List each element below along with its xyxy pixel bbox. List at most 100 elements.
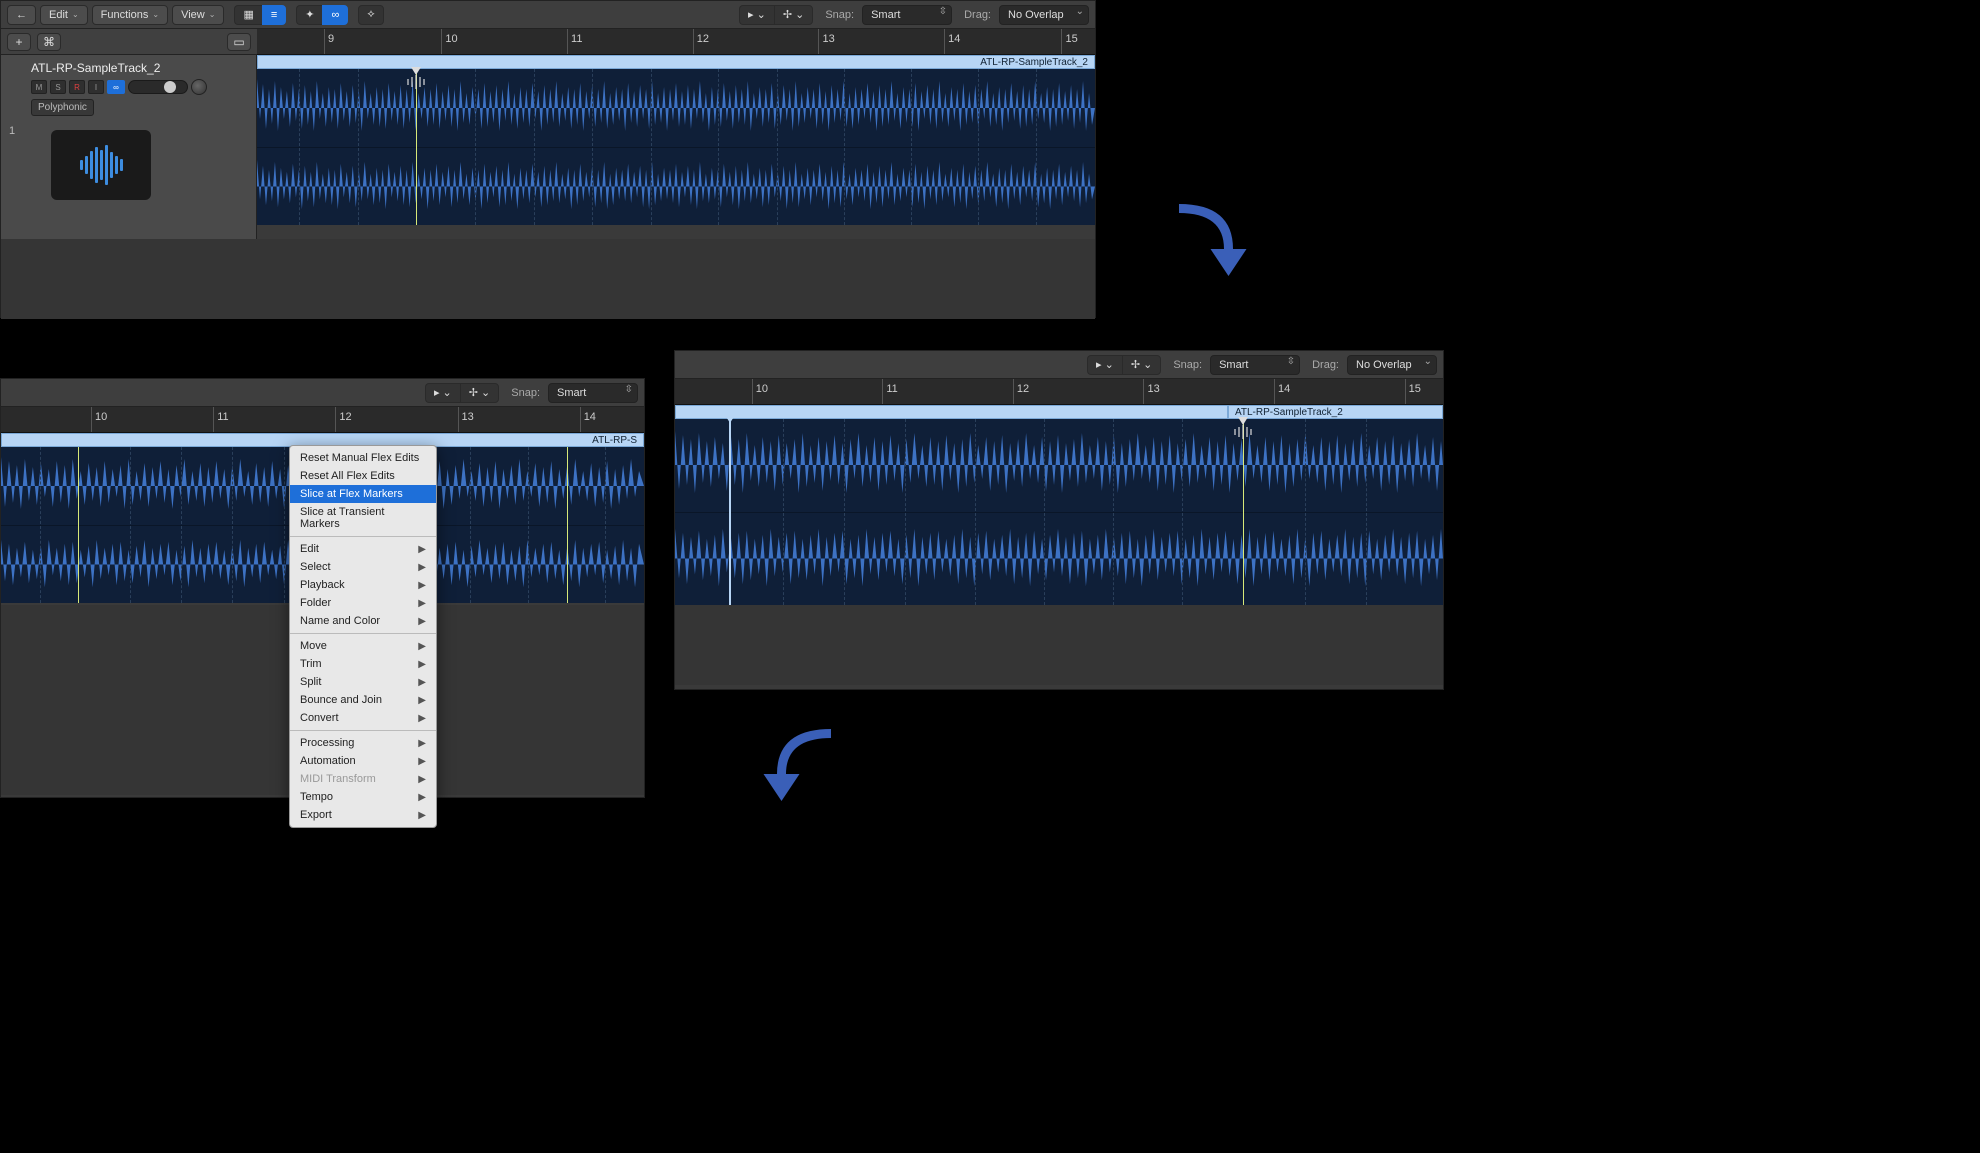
functions-menu[interactable]: Functions⌄ [92, 5, 168, 25]
alt-tool-icon[interactable]: ✢ ⌄ [774, 5, 814, 25]
tool-group: ▸ ⌄ ✢ ⌄ [739, 5, 813, 25]
menu-item-label: Convert [300, 712, 339, 724]
drag-select[interactable]: No Overlap [999, 5, 1089, 25]
waveform-channel-r [675, 512, 1443, 605]
menu-item[interactable]: Tempo▶ [290, 788, 436, 806]
track-header[interactable]: 1 ATL-RP-SampleTrack_2 M S R I ∞ Polypho… [1, 55, 257, 239]
menu-item[interactable]: Reset All Flex Edits [290, 467, 436, 485]
menu-item[interactable]: Slice at Transient Markers [290, 503, 436, 533]
mute-button[interactable]: M [31, 80, 47, 94]
drag-label: Drag: [964, 9, 991, 21]
menu-item[interactable]: Split ▶ [290, 673, 436, 691]
menu-item[interactable]: Playback▶ [290, 576, 436, 594]
waveform-channel-l [675, 419, 1443, 512]
loop-icon[interactable]: ∞ [322, 5, 348, 25]
back-button[interactable]: ← [7, 5, 36, 25]
timeline-ruler[interactable]: 10 11 12 13 14 [1, 407, 644, 433]
menu-item-label: Split [300, 676, 321, 688]
audio-region[interactable] [675, 419, 1443, 605]
region-lane[interactable]: ATL-RP-SampleTrack_2 [675, 405, 1443, 605]
pointer-tool-icon[interactable]: ▸ ⌄ [425, 383, 460, 403]
menu-item[interactable]: Bounce and Join▶ [290, 691, 436, 709]
snap-select[interactable]: Smart [862, 5, 952, 25]
submenu-arrow-icon: ▶ [418, 677, 426, 688]
submenu-arrow-icon: ▶ [418, 810, 426, 821]
timeline-ruler[interactable]: 10 11 12 13 14 15 [675, 379, 1443, 405]
alt-tool-icon[interactable]: ✢ ⌄ [460, 383, 500, 403]
menu-item-label: Edit [300, 543, 319, 555]
region-start-marker[interactable] [729, 419, 731, 605]
tool-group: ▸ ⌄ ✢ ⌄ [425, 383, 499, 403]
region-start-handle-icon[interactable] [725, 415, 735, 428]
pointer-tool-icon[interactable]: ▸ ⌄ [1087, 355, 1122, 375]
menu-item[interactable]: Move ▶ [290, 637, 436, 655]
submenu-arrow-icon: ▶ [418, 598, 426, 609]
menu-item[interactable]: Folder▶ [290, 594, 436, 612]
menu-item-label: Automation [300, 755, 356, 767]
toolbar: ▸ ⌄ ✢ ⌄ Snap: Smart [1, 379, 644, 407]
submenu-arrow-icon: ▶ [418, 641, 426, 652]
menu-item[interactable]: Processing▶ [290, 734, 436, 752]
flex-marker-icon[interactable] [401, 67, 431, 97]
catch-icon[interactable]: ⟡ [358, 5, 383, 25]
timeline-ruler[interactable]: 9 10 11 12 13 14 15 [257, 29, 1095, 55]
menu-item-label: Slice at Flex Markers [300, 488, 403, 500]
drag-select[interactable]: No Overlap [1347, 355, 1437, 375]
tool-group: ▸ ⌄ ✢ ⌄ [1087, 355, 1161, 375]
menu-item[interactable]: Edit▶ [290, 540, 436, 558]
menu-item-label: Move [300, 640, 327, 652]
arrow-step-2-icon [750, 720, 840, 813]
empty-area [675, 605, 1443, 685]
menu-item-label: Select [300, 561, 331, 573]
region-header[interactable]: ATL-RP-SampleTrack_2 [1228, 405, 1443, 419]
edit-menu[interactable]: Edit⌄ [40, 5, 88, 25]
menu-item[interactable]: Automation▶ [290, 752, 436, 770]
menu-item[interactable]: Convert▶ [290, 709, 436, 727]
list-icon[interactable]: ≡ [262, 5, 286, 25]
view-mode-group: ▦ ≡ [234, 5, 286, 25]
waveform-channel-r [257, 147, 1095, 225]
track-row: 1 ATL-RP-SampleTrack_2 M S R I ∞ Polypho… [1, 55, 1095, 239]
menu-item-label: Trim [300, 658, 322, 670]
grid-icon[interactable]: ▦ [234, 5, 261, 25]
menu-separator [290, 536, 436, 537]
flex-icon[interactable]: ✦ [296, 5, 322, 25]
region-lane[interactable]: ATL-RP-SampleTrack_2 [257, 55, 1095, 225]
region-header[interactable]: ATL-RP-SampleTrack_2 [257, 55, 1095, 69]
menu-item[interactable]: Trim▶ [290, 655, 436, 673]
editor-panel-2: ▸ ⌄ ✢ ⌄ Snap: Smart 10 11 12 13 14 ATL-R… [0, 378, 645, 798]
flex-marker-line[interactable] [567, 447, 568, 603]
add-track-button[interactable]: + [7, 33, 31, 51]
input-button[interactable]: I [88, 80, 104, 94]
menu-separator [290, 730, 436, 731]
record-button[interactable]: R [69, 80, 85, 94]
menu-item[interactable]: Name and Color▶ [290, 612, 436, 630]
snap-label: Snap: [825, 9, 854, 21]
flex-marker-line[interactable] [78, 447, 79, 603]
menu-item[interactable]: Slice at Flex Markers [290, 485, 436, 503]
pointer-tool-icon[interactable]: ▸ ⌄ [739, 5, 774, 25]
track-header-bar: + ⌘ ▭ [1, 29, 257, 55]
track-icon [51, 130, 151, 200]
flex-marker-icon[interactable] [1228, 417, 1258, 447]
flex-mode-group: ✦ ∞ [296, 5, 348, 25]
menu-item[interactable]: Select▶ [290, 558, 436, 576]
menu-item[interactable]: Export▶ [290, 806, 436, 824]
collapse-icon[interactable]: ▭ [227, 33, 251, 51]
flex-button[interactable]: ∞ [107, 80, 125, 94]
library-icon[interactable]: ⌘ [37, 33, 61, 51]
drag-label: Drag: [1312, 359, 1339, 371]
solo-button[interactable]: S [50, 80, 66, 94]
volume-slider[interactable] [128, 80, 188, 94]
menu-item[interactable]: Reset Manual Flex Edits [290, 449, 436, 467]
submenu-arrow-icon: ▶ [418, 792, 426, 803]
snap-select[interactable]: Smart [548, 383, 638, 403]
pan-knob[interactable] [191, 79, 207, 95]
region-header-left[interactable] [675, 405, 1228, 419]
alt-tool-icon[interactable]: ✢ ⌄ [1122, 355, 1162, 375]
snap-select[interactable]: Smart [1210, 355, 1300, 375]
snap-label: Snap: [1173, 359, 1202, 371]
view-menu[interactable]: View⌄ [172, 5, 224, 25]
flex-mode-select[interactable]: Polyphonic [31, 99, 94, 116]
audio-region[interactable] [257, 69, 1095, 225]
